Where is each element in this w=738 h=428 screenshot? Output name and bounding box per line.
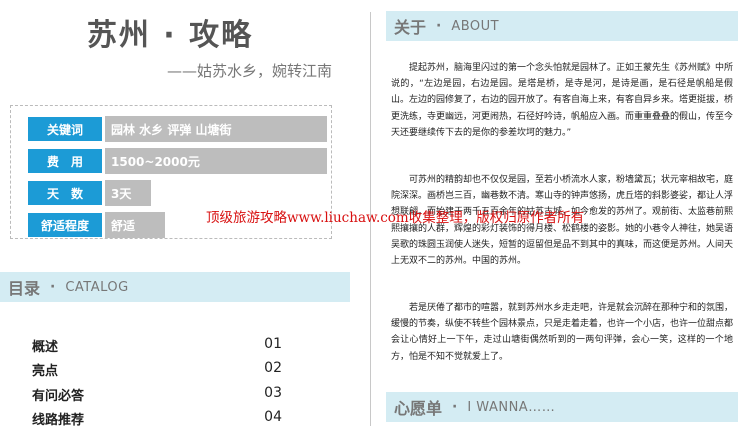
catalog-item-faq[interactable]: 有问必答 03 bbox=[32, 385, 282, 404]
wish-heading: 心愿单 · I WANNA…… bbox=[386, 392, 738, 422]
info-label: 舒适程度 bbox=[27, 212, 103, 238]
info-label: 关键词 bbox=[27, 116, 103, 142]
catalog-item-label: 亮点 bbox=[32, 364, 59, 379]
catalog-heading-en: CATALOG bbox=[65, 279, 129, 295]
info-value: 园林 水乡 评弹 山塘街 bbox=[105, 116, 327, 142]
about-paragraph: 若是厌倦了都市的喧嚣，就到苏州水乡走走吧，许是就会沉醉在那种宁和的氛围，缓慢的节… bbox=[391, 303, 734, 362]
catalog-item-label: 有问必答 bbox=[32, 389, 85, 404]
info-value: 舒适 bbox=[105, 212, 165, 238]
about-heading-zh: 关于 bbox=[394, 18, 427, 37]
catalog-heading: 目录 · CATALOG bbox=[0, 272, 350, 302]
info-row-comfort: 舒适程度 舒适 bbox=[27, 212, 165, 238]
info-value: 3天 bbox=[105, 180, 151, 206]
catalog-heading-zh: 目录 bbox=[8, 279, 41, 298]
catalog-item-number: 03 bbox=[264, 385, 282, 401]
catalog-item-number: 02 bbox=[264, 360, 282, 376]
info-label: 费 用 bbox=[27, 148, 103, 174]
about-heading-en: ABOUT bbox=[451, 18, 500, 34]
catalog-item-label: 线路推荐 bbox=[32, 413, 85, 428]
heading-dot: · bbox=[452, 399, 458, 415]
heading-dot: · bbox=[50, 279, 56, 295]
catalog-item-routes[interactable]: 线路推荐 04 bbox=[32, 409, 282, 428]
info-row-cost: 费 用 1500~2000元 bbox=[27, 148, 327, 174]
info-value: 1500~2000元 bbox=[105, 148, 327, 174]
info-row-days: 天 数 3天 bbox=[27, 180, 151, 206]
catalog-item-label: 概述 bbox=[32, 340, 59, 355]
page-subtitle: ——姑苏水乡，婉转江南 bbox=[166, 62, 332, 80]
wish-heading-en: I WANNA…… bbox=[467, 399, 556, 415]
page-title: 苏州 · 攻略 bbox=[86, 18, 254, 53]
catalog-item-number: 04 bbox=[264, 409, 282, 425]
wish-heading-zh: 心愿单 bbox=[394, 399, 443, 418]
watermark-text: 顶级旅游攻略www.liuchaw.com收集整理，版权归原作者所有 bbox=[206, 210, 585, 226]
catalog-item-number: 01 bbox=[264, 336, 282, 352]
about-paragraph: 提起苏州，脑海里闪过的第一个念头怕就是园林了。正如王蒙先生《苏州赋》中所说的，“… bbox=[391, 63, 734, 138]
heading-dot: · bbox=[436, 18, 442, 34]
catalog-item-highlights[interactable]: 亮点 02 bbox=[32, 360, 282, 379]
info-label: 天 数 bbox=[27, 180, 103, 206]
info-row-keywords: 关键词 园林 水乡 评弹 山塘街 bbox=[27, 116, 327, 142]
about-heading: 关于 · ABOUT bbox=[386, 11, 738, 41]
catalog-item-overview[interactable]: 概述 01 bbox=[32, 336, 282, 355]
